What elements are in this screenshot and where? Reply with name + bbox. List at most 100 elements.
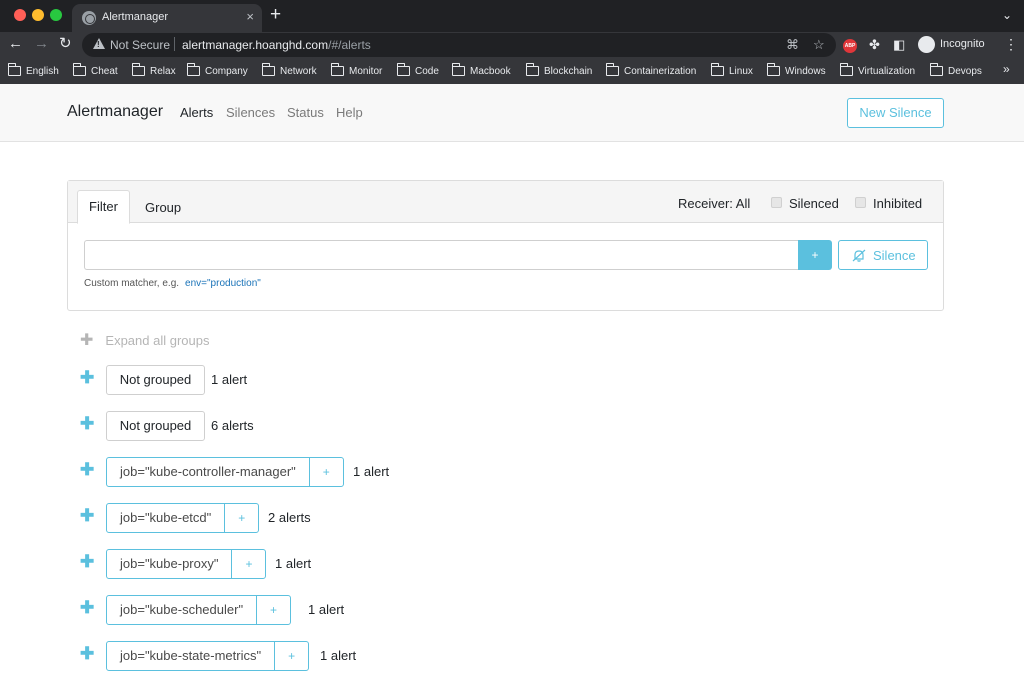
tab-group[interactable]: Group (145, 200, 181, 215)
group-label[interactable]: Not grouped (106, 365, 205, 395)
back-arrow-icon[interactable]: ← (8, 35, 23, 53)
browser-chrome: Alertmanager × + ⌄ ← → ↻ Not Secure aler… (0, 0, 1024, 84)
minimize-window-button[interactable] (32, 9, 44, 21)
add-matcher-to-filter-button[interactable]: + (275, 642, 308, 670)
expand-group-icon[interactable]: ✚ (80, 369, 94, 387)
adblock-extension-icon[interactable]: ABP (843, 39, 857, 53)
expand-group-icon[interactable]: ✚ (80, 645, 94, 663)
bookmark-label: Company (205, 65, 248, 77)
add-matcher-to-filter-button[interactable]: + (225, 504, 258, 532)
folder-icon (396, 63, 410, 76)
folder-icon (710, 63, 724, 76)
plus-icon: ✚ (80, 332, 94, 349)
bookmark-folder[interactable]: Devops (929, 63, 982, 79)
bookmark-folder[interactable]: Code (396, 63, 439, 79)
expand-all-label: Expand all groups (105, 333, 210, 348)
forward-arrow-icon[interactable]: → (34, 35, 49, 53)
bookmark-label: Linux (729, 65, 753, 77)
bookmark-folder[interactable]: Linux (710, 63, 753, 79)
reload-icon[interactable]: ↻ (59, 35, 72, 53)
folder-icon (451, 63, 465, 76)
app-brand[interactable]: Alertmanager (67, 103, 163, 121)
incognito-icon[interactable] (918, 36, 935, 53)
silence-button-label: Silence (873, 248, 916, 263)
silenced-label[interactable]: Silenced (789, 196, 839, 211)
nav-silences[interactable]: Silences (226, 105, 275, 120)
not-secure-label[interactable]: Not Secure (110, 38, 170, 52)
bookmark-label: Relax (150, 65, 176, 77)
group-matcher-label[interactable]: job="kube-state-metrics" (107, 642, 276, 670)
side-panel-icon[interactable]: ◧ (893, 37, 905, 53)
inhibited-label[interactable]: Inhibited (873, 196, 922, 211)
bookmark-folder[interactable]: Virtualization (839, 63, 916, 79)
alert-count: 6 alerts (211, 418, 254, 433)
extensions-puzzle-icon[interactable]: ✤ (869, 37, 880, 53)
receiver-selector[interactable]: Receiver: All (678, 196, 750, 211)
group-matcher-label[interactable]: job="kube-scheduler" (107, 596, 258, 624)
expand-group-icon[interactable]: ✚ (80, 553, 94, 571)
tab-search-icon[interactable]: ⌄ (1002, 8, 1012, 22)
url-path: /#/alerts (328, 38, 371, 52)
bookmark-folder[interactable]: Macbook (451, 63, 511, 79)
new-silence-button[interactable]: New Silence (847, 98, 944, 128)
translate-icon[interactable]: ⌘ (786, 37, 799, 53)
nav-status[interactable]: Status (287, 105, 324, 120)
alert-count: 1 alert (275, 556, 312, 571)
new-tab-button[interactable]: + (270, 5, 281, 25)
expand-group-icon[interactable]: ✚ (80, 415, 94, 433)
bookmark-folder[interactable]: English (7, 63, 59, 79)
group-matcher-pill: job="kube-etcd" + (106, 503, 260, 533)
close-tab-icon[interactable]: × (246, 9, 254, 24)
matcher-hint: Custom matcher, e.g. env="production" (84, 278, 261, 289)
expand-group-icon[interactable]: ✚ (80, 461, 94, 479)
more-bookmarks-button[interactable]: » (1003, 62, 1010, 76)
bookmarks-bar: English Cheat Relax Company Network Moni… (0, 60, 1024, 80)
inhibited-checkbox[interactable] (855, 197, 866, 208)
browser-menu-icon[interactable]: ⋮ (1004, 36, 1018, 53)
bookmark-label: Virtualization (858, 65, 916, 77)
tab-filter[interactable]: Filter (77, 190, 130, 224)
profile-label[interactable]: Incognito (940, 38, 985, 50)
add-matcher-to-filter-button[interactable]: + (257, 596, 290, 624)
silenced-checkbox[interactable] (771, 197, 782, 208)
group-matcher-label[interactable]: job="kube-controller-manager" (107, 458, 310, 486)
warning-icon[interactable] (93, 38, 105, 49)
add-matcher-to-filter-button[interactable]: + (232, 550, 265, 578)
group-matcher-label[interactable]: job="kube-etcd" (107, 504, 226, 532)
group-matcher-pill: job="kube-scheduler" + (106, 595, 292, 625)
filter-input[interactable] (84, 240, 799, 270)
bookmark-folder[interactable]: Monitor (330, 63, 382, 79)
nav-alerts[interactable]: Alerts (180, 105, 213, 120)
folder-icon (839, 63, 853, 76)
browser-tab[interactable]: Alertmanager × (72, 4, 262, 32)
expand-group-icon[interactable]: ✚ (80, 507, 94, 525)
bookmark-folder[interactable]: Blockchain (525, 63, 593, 79)
bookmark-folder[interactable]: Cheat (72, 63, 118, 79)
address-bar[interactable]: Not Secure alertmanager.hoanghd.com/#/al… (82, 33, 836, 57)
bookmark-label: Blockchain (544, 65, 593, 77)
bookmark-folder[interactable]: Company (186, 63, 248, 79)
maximize-window-button[interactable] (50, 9, 62, 21)
expand-group-icon[interactable]: ✚ (80, 599, 94, 617)
filter-panel: Filter Group Receiver: All Silenced Inhi… (67, 180, 944, 311)
hint-example-link[interactable]: env="production" (185, 278, 261, 289)
add-matcher-button[interactable]: + (798, 240, 832, 270)
add-matcher-to-filter-button[interactable]: + (310, 458, 343, 486)
group-matcher-label[interactable]: job="kube-proxy" (107, 550, 233, 578)
filter-header: Filter Group Receiver: All Silenced Inhi… (68, 181, 943, 224)
bookmark-folder[interactable]: Containerization (605, 63, 696, 79)
bookmark-folder[interactable]: Network (261, 63, 317, 79)
tab-strip: Alertmanager × + ⌄ (0, 0, 1024, 32)
bookmark-folder[interactable]: Relax (131, 63, 176, 79)
url-text[interactable]: alertmanager.hoanghd.com/#/alerts (182, 38, 371, 52)
silence-button[interactable]: Silence (838, 240, 928, 270)
bookmark-folder[interactable]: Windows (766, 63, 826, 79)
folder-icon (261, 63, 275, 76)
alert-count: 1 alert (320, 648, 357, 663)
bookmark-star-icon[interactable]: ☆ (813, 37, 825, 53)
close-window-button[interactable] (14, 9, 26, 21)
expand-all-groups-button[interactable]: ✚ Expand all groups (80, 330, 209, 350)
nav-help[interactable]: Help (336, 105, 363, 120)
group-label[interactable]: Not grouped (106, 411, 205, 441)
bookmark-label: Cheat (91, 65, 118, 77)
